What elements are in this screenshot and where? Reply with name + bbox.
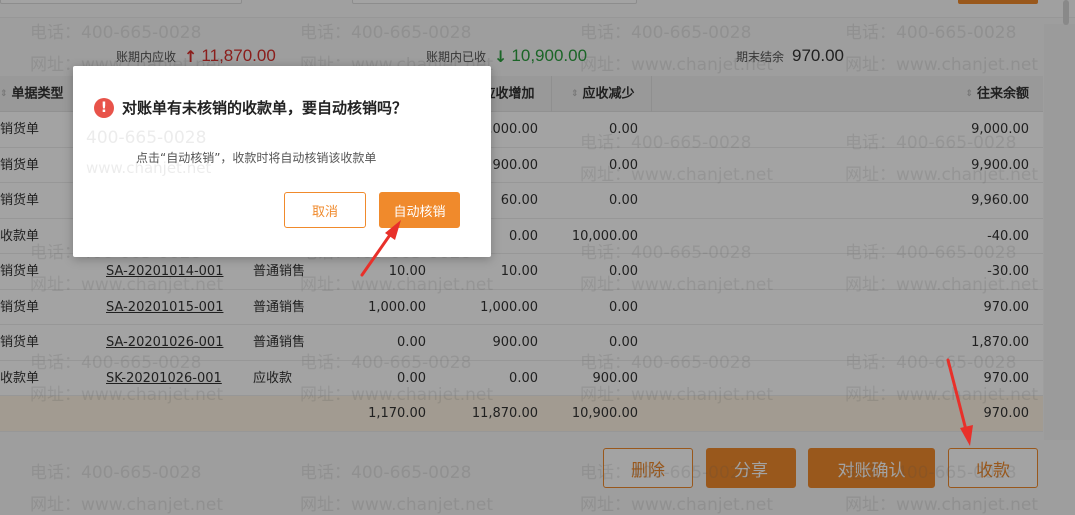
cancel-button[interactable]: 取消 bbox=[284, 192, 366, 228]
dialog-title: 对账单有未核销的收款单，要自动核销吗？ bbox=[122, 99, 408, 117]
exclamation-circle-icon: ! bbox=[94, 98, 114, 118]
watermark-text: 400-665-0028 bbox=[86, 128, 207, 148]
dialog-description: 点击“自动核销”，收款时将自动核销该收款单 bbox=[136, 151, 377, 165]
auto-writeoff-button[interactable]: 自动核销 bbox=[379, 192, 460, 228]
auto-writeoff-dialog: ! 对账单有未核销的收款单，要自动核销吗？ 点击“自动核销”，收款时将自动核销该… bbox=[73, 66, 491, 257]
